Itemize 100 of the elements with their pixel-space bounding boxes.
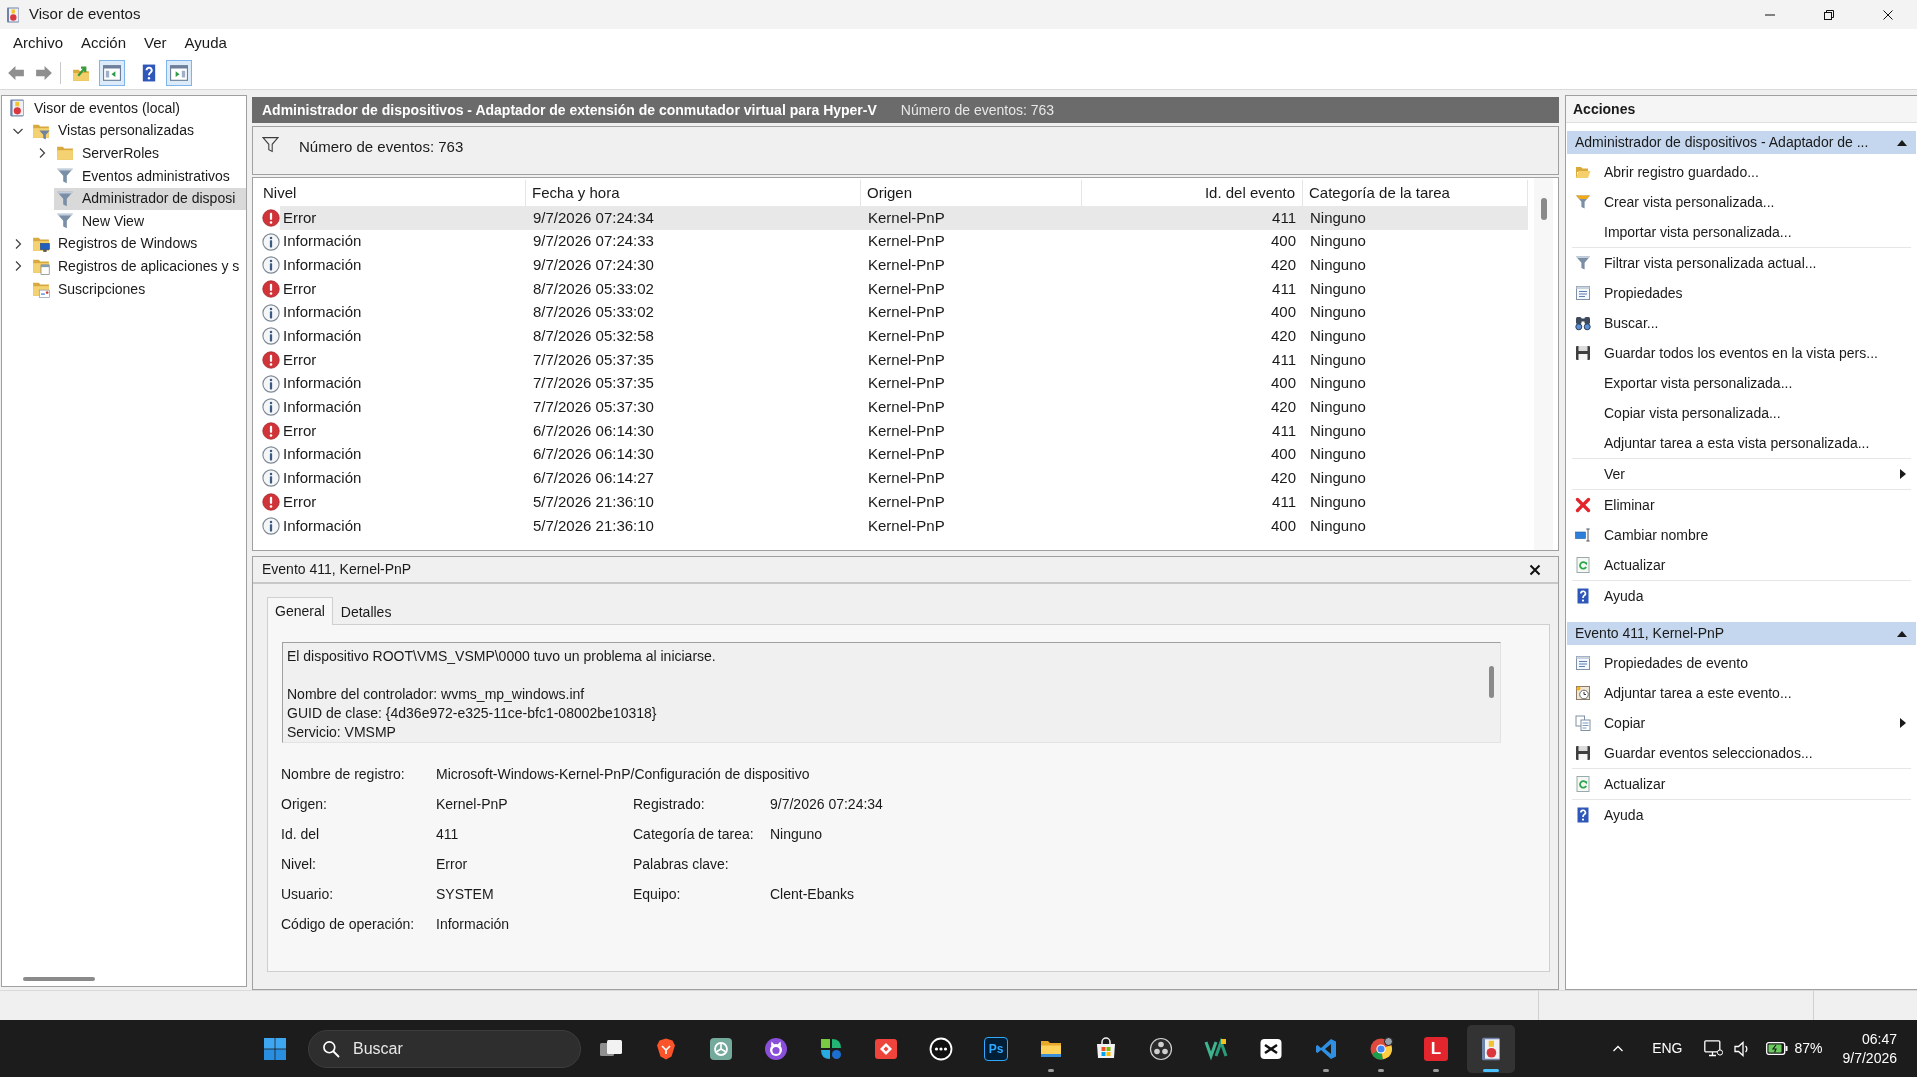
table-row[interactable]: Información 8/7/2026 05:33:02 Kernel-PnP 400 Ninguno	[280, 300, 1528, 325]
tab[interactable]: Detalles	[333, 600, 399, 624]
action-item[interactable]: Adjuntar tarea a esta vista personalizada...	[1604, 432, 1870, 454]
field-label: Nivel:	[281, 854, 316, 874]
tree-item[interactable]: New View	[54, 210, 146, 233]
table-row[interactable]: Información 7/7/2026 05:37:35 Kernel-PnP 400 Ninguno	[280, 371, 1528, 396]
vertical-scrollbar[interactable]	[1540, 198, 1547, 220]
table-cell-text: Ninguno	[1309, 420, 1367, 441]
horizontal-scrollbar[interactable]	[23, 977, 95, 981]
info-icon	[262, 398, 280, 417]
shield-icon	[654, 1036, 678, 1061]
table-row[interactable]: Información 7/7/2026 05:37:30 Kernel-PnP 420 Ninguno	[280, 395, 1528, 420]
tab[interactable]: General	[267, 597, 333, 625]
action-item[interactable]: Copiar	[1575, 712, 1646, 734]
running-bar-icon	[1378, 1068, 1384, 1072]
section-header[interactable]: Evento 411, Kernel-PnP	[1567, 622, 1916, 645]
table-row[interactable]: Error 7/7/2026 05:37:35 Kernel-PnP 411 Ninguno	[280, 348, 1528, 372]
table-cell-text: Kernel-PnP	[867, 302, 946, 323]
table-cell-text: Ninguno	[1309, 278, 1367, 299]
menu-item[interactable]: Archivo	[4, 29, 73, 57]
action-pane-button[interactable]	[166, 60, 192, 86]
section-header[interactable]: Administrador de dispositivos - Adaptador de ...	[1567, 131, 1916, 154]
folder-icon	[56, 144, 74, 163]
table-cell-text: Ninguno	[1309, 231, 1367, 252]
tree-item[interactable]: ServerRoles	[54, 142, 162, 165]
error-icon	[262, 422, 280, 441]
table-row[interactable]: Error 8/7/2026 05:33:02 Kernel-PnP 411 Ninguno	[280, 277, 1528, 301]
battery-icon[interactable]	[1766, 1042, 1789, 1055]
tree-item[interactable]: Administrador de disposi	[54, 187, 246, 210]
action-item[interactable]: Ayuda	[1575, 585, 1644, 607]
tree-item[interactable]: Vistas personalizadas	[30, 119, 196, 142]
field-label: Registrado:	[633, 794, 705, 814]
action-item[interactable]: Eliminar	[1575, 494, 1655, 516]
close-button[interactable]	[1528, 562, 1542, 577]
action-item[interactable]: Filtrar vista personalizada actual...	[1575, 252, 1817, 274]
clock[interactable]: 06:47 9/7/2026	[1842, 1029, 1897, 1068]
action-item[interactable]: Importar vista personalizada...	[1604, 221, 1792, 243]
table-cell-text: 420	[1269, 468, 1297, 489]
table-row[interactable]: Error 9/7/2026 07:24:34 Kernel-PnP 411 Ninguno	[280, 206, 1528, 230]
table-row[interactable]: Error 6/7/2026 06:14:30 Kernel-PnP 411 Ninguno	[280, 419, 1528, 443]
language-indicator[interactable]: ENG	[1652, 1038, 1683, 1059]
table-cell-text: Ninguno	[1309, 326, 1367, 347]
action-item[interactable]: Actualizar	[1575, 773, 1666, 795]
save-icon	[1575, 345, 1591, 361]
table-row[interactable]: Error 5/7/2026 21:36:10 Kernel-PnP 411 Ninguno	[280, 490, 1528, 514]
table-row[interactable]: Información 6/7/2026 06:14:30 Kernel-PnP 400 Ninguno	[280, 442, 1528, 467]
funnel-icon	[262, 136, 279, 153]
action-item[interactable]: Exportar vista personalizada...	[1604, 372, 1793, 394]
action-item[interactable]: Guardar eventos seleccionados...	[1575, 742, 1813, 764]
tree-item[interactable]: Eventos administrativos	[54, 165, 232, 188]
action-item[interactable]: Propiedades de evento	[1575, 652, 1748, 674]
tree-item[interactable]: Registros de Windows	[30, 232, 200, 255]
table-cell-text: 411	[1271, 207, 1297, 228]
funnel-icon	[56, 167, 74, 186]
action-item[interactable]: Abrir registro guardado...	[1575, 161, 1759, 183]
action-item[interactable]: Copiar vista personalizada...	[1604, 402, 1781, 424]
table-cell-text: 411	[1271, 349, 1297, 370]
table-cell-text: Información	[282, 444, 363, 465]
menu-item[interactable]: Acción	[72, 29, 136, 57]
action-item[interactable]: Guardar todos los eventos en la vista pers...	[1575, 342, 1878, 364]
vertical-scrollbar[interactable]	[1489, 666, 1494, 698]
action-item[interactable]: Propiedades	[1575, 282, 1683, 304]
help-icon	[140, 64, 158, 82]
window-pane-icon	[170, 64, 188, 82]
search-field[interactable]: Buscar	[308, 1029, 581, 1068]
action-item[interactable]: Actualizar	[1575, 554, 1666, 576]
table-row[interactable]: Información 6/7/2026 06:14:27 Kernel-PnP 420 Ninguno	[280, 466, 1528, 491]
table-cell-text: Ninguno	[1309, 444, 1367, 465]
shape-tiles-icon	[819, 1036, 843, 1061]
tree-item[interactable]: Suscripciones	[30, 278, 148, 301]
ellipsis-circle-icon	[929, 1036, 953, 1061]
taskbar-app[interactable]: Ps	[972, 1024, 1020, 1073]
table-cell-text: 400	[1269, 373, 1297, 394]
pinwheel-icon	[1369, 1036, 1393, 1061]
running-bar-icon	[1048, 1068, 1054, 1072]
copy-icon	[1575, 715, 1591, 731]
action-item[interactable]: Ayuda	[1575, 804, 1644, 826]
tree-item[interactable]: Visor de eventos (local)	[6, 97, 183, 120]
taskbar-app[interactable]	[1467, 1024, 1515, 1073]
network-monitor-icon[interactable]	[1704, 1040, 1724, 1057]
document-list-icon	[1575, 655, 1591, 671]
action-item[interactable]: Cambiar nombre	[1575, 524, 1709, 546]
field-label: Palabras clave:	[633, 854, 729, 874]
console-tree-button[interactable]	[99, 60, 125, 86]
table-row[interactable]: Información 8/7/2026 05:32:58 Kernel-PnP 420 Ninguno	[280, 324, 1528, 349]
table-row[interactable]: Información 9/7/2026 07:24:30 Kernel-PnP 420 Ninguno	[280, 253, 1528, 278]
menu-item[interactable]: Ver	[135, 29, 176, 57]
taskbar-app[interactable]: L	[1412, 1024, 1460, 1073]
battery-percentage[interactable]: 87%	[1794, 1038, 1823, 1059]
tree-item[interactable]: Registros de aplicaciones y s	[30, 255, 242, 278]
action-item[interactable]: Ver	[1604, 463, 1625, 485]
help-icon	[1575, 588, 1591, 604]
table-row[interactable]: Información 5/7/2026 21:36:10 Kernel-PnP 400 Ninguno	[280, 513, 1528, 538]
table-row[interactable]: Información 9/7/2026 07:24:33 Kernel-PnP 400 Ninguno	[280, 229, 1528, 254]
table-cell-text: 420	[1269, 397, 1297, 418]
window-pane-icon	[103, 64, 121, 82]
action-item[interactable]: Buscar...	[1575, 312, 1659, 334]
menu-item[interactable]: Ayuda	[175, 29, 236, 57]
action-item[interactable]: Crear vista personalizada...	[1575, 191, 1775, 213]
action-item[interactable]: Adjuntar tarea a este evento...	[1575, 682, 1792, 704]
